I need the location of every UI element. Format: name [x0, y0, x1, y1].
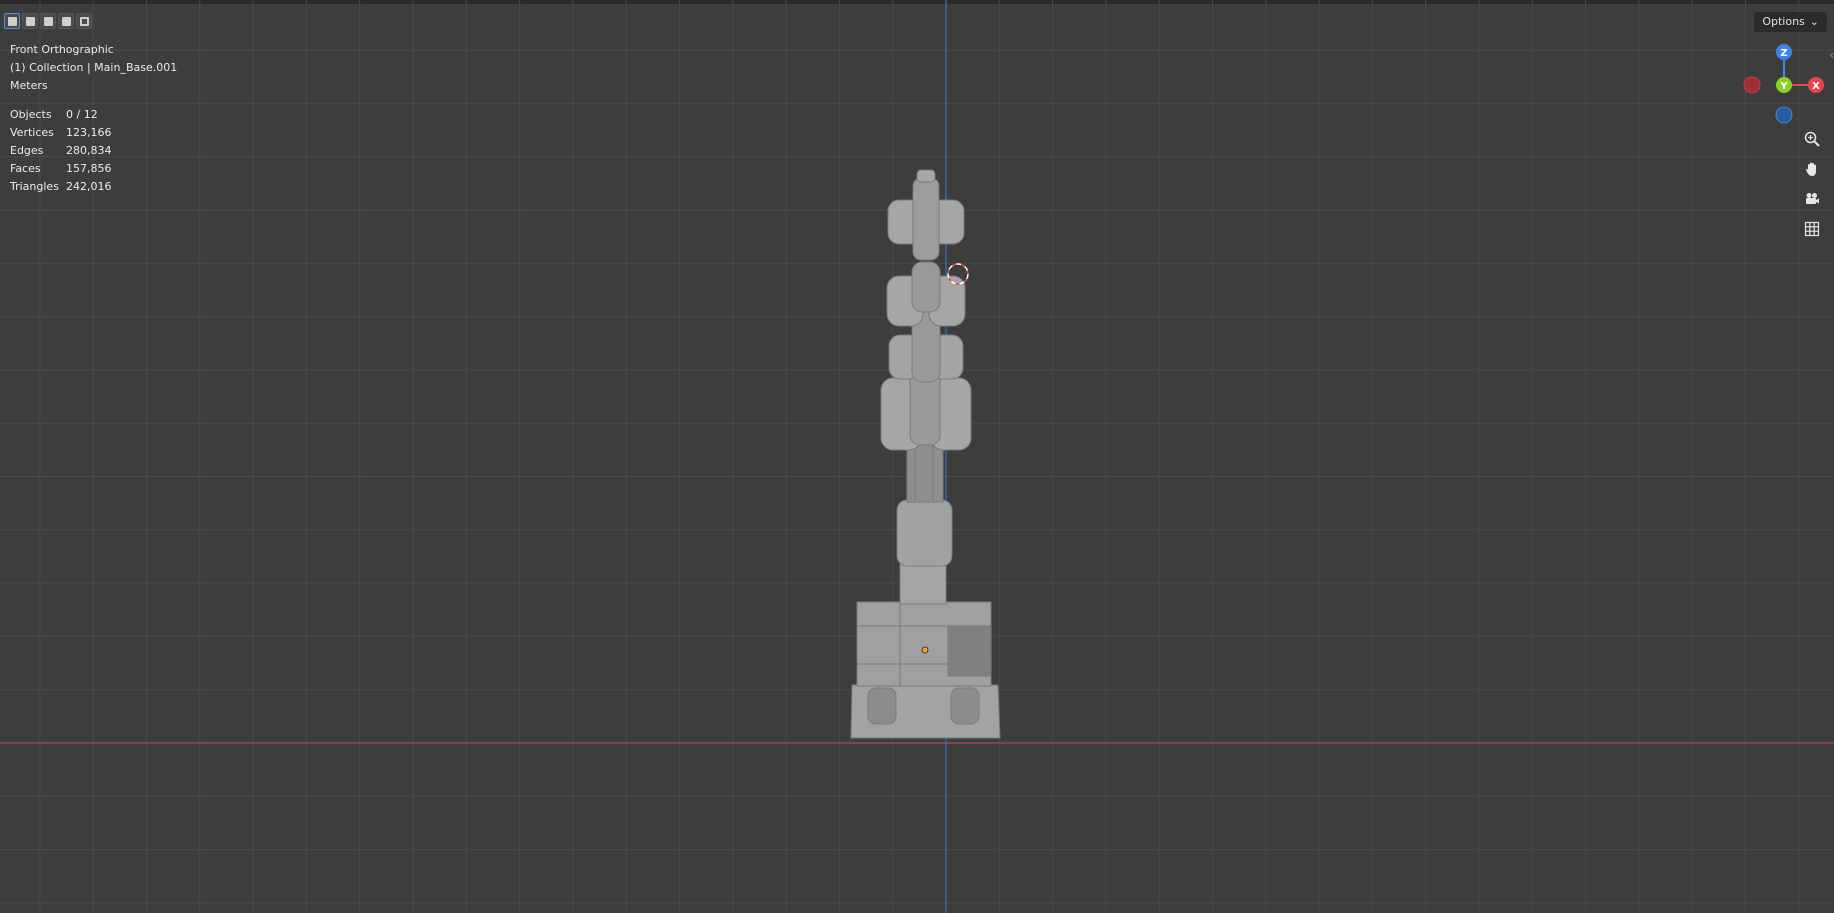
stat-value: 157,856 [66, 162, 112, 175]
camera-icon[interactable] [1800, 187, 1824, 211]
gizmo-neg-x-axis [1743, 76, 1761, 94]
stat-value: 280,834 [66, 144, 112, 157]
stat-label: Vertices [10, 126, 54, 139]
options-dropdown[interactable]: Options ⌄ [1754, 12, 1827, 32]
gizmo-y-label: Y [1779, 81, 1788, 92]
origin-dot [921, 646, 929, 654]
stat-row: Objects 0 / 12 [10, 106, 112, 124]
viewport-grid [0, 0, 1834, 913]
collection-line: (1) Collection | Main_Base.001 [10, 61, 178, 74]
selection-mode-group [4, 13, 92, 29]
stat-row: Triangles 242,016 [10, 178, 112, 196]
stat-value: 0 / 12 [66, 108, 98, 121]
stat-row: Edges 280,834 [10, 142, 112, 160]
select-subtract-icon[interactable] [40, 13, 56, 29]
stat-value: 123,166 [66, 126, 112, 139]
3d-viewport[interactable]: Front Orthographic (1) Collection | Main… [0, 0, 1834, 913]
view-name: Front Orthographic [10, 43, 114, 56]
stat-row: Faces 157,856 [10, 160, 112, 178]
chevron-down-icon: ⌄ [1809, 15, 1819, 28]
stat-row: Vertices 123,166 [10, 124, 112, 142]
stat-label: Faces [10, 162, 41, 175]
select-invert-icon[interactable] [58, 13, 74, 29]
navigation-gizmo[interactable]: Z X Y [1740, 42, 1830, 128]
stat-label: Edges [10, 144, 44, 157]
gizmo-neg-z-axis [1775, 106, 1793, 124]
select-intersect-icon[interactable] [76, 13, 92, 29]
options-label: Options [1762, 15, 1805, 28]
stat-label: Objects [10, 108, 52, 121]
stat-value: 242,016 [66, 180, 112, 193]
select-new-icon[interactable] [4, 13, 20, 29]
grid-ortho-icon[interactable] [1800, 217, 1824, 241]
stat-label: Triangles [10, 180, 59, 193]
select-extend-icon[interactable] [22, 13, 38, 29]
units-label: Meters [10, 79, 48, 92]
pan-hand-icon[interactable] [1800, 157, 1824, 181]
gizmo-x-label: X [1812, 81, 1820, 92]
zoom-icon[interactable] [1800, 127, 1824, 151]
view-info: Front Orthographic (1) Collection | Main… [10, 41, 177, 95]
gizmo-z-label: Z [1780, 48, 1787, 59]
scene-statistics: Objects 0 / 12 Vertices 123,166 Edges 28… [10, 106, 112, 196]
